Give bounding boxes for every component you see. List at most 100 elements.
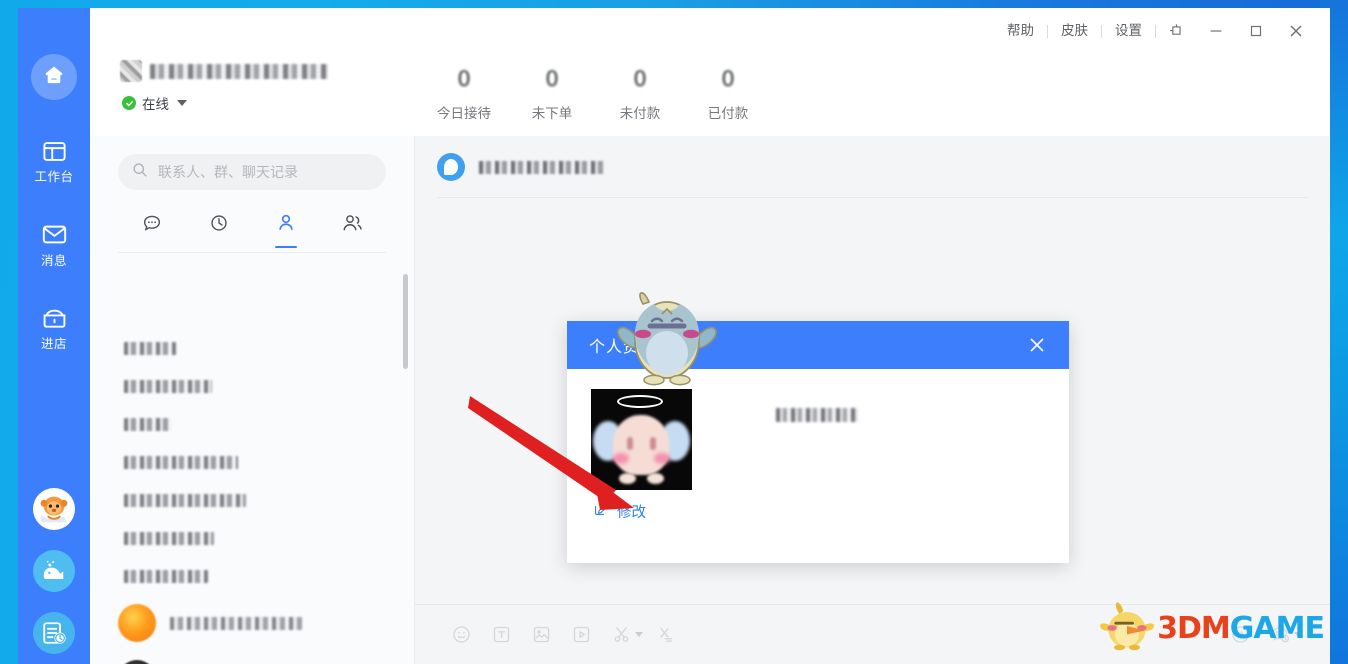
- contact-name: [124, 569, 208, 583]
- sidebar-item-workbench[interactable]: 工作台: [24, 136, 84, 184]
- stat-label: 未付款: [619, 106, 661, 121]
- maximize-icon[interactable]: [1236, 14, 1276, 48]
- whale-icon[interactable]: [33, 550, 75, 592]
- chat-toolbar: [415, 604, 1330, 664]
- sidebar-item-shop[interactable]: 进店: [24, 303, 84, 351]
- group-icon: [341, 212, 364, 240]
- chat-history-dropdown-caret-icon[interactable]: [1294, 632, 1302, 637]
- contact-tabs: [118, 212, 386, 253]
- list-item[interactable]: [90, 595, 414, 651]
- tab-groups[interactable]: [319, 212, 386, 252]
- stat-label: 今日接待: [437, 106, 491, 121]
- home-icon: [42, 63, 66, 92]
- list-item[interactable]: [90, 557, 414, 595]
- contact-list[interactable]: [90, 329, 414, 664]
- person-icon: [275, 212, 297, 239]
- workbench-icon: [41, 136, 68, 166]
- pin-icon[interactable]: [1156, 14, 1196, 48]
- stat-label: 已付款: [707, 106, 749, 121]
- modify-avatar-button[interactable]: 修改: [591, 500, 693, 522]
- search-input[interactable]: [158, 164, 372, 180]
- avatar: [118, 660, 156, 664]
- avatar-eye-left: [627, 437, 633, 450]
- stat-label: 未下单: [531, 106, 573, 121]
- contact-name: [124, 531, 214, 545]
- tab-contacts[interactable]: [252, 212, 319, 252]
- avatar: [118, 604, 156, 642]
- close-icon[interactable]: [1023, 331, 1051, 359]
- avatar-column: 修改: [591, 389, 693, 522]
- quick-reply-icon[interactable]: [645, 615, 685, 655]
- screenshot-dropdown-caret-icon[interactable]: [635, 632, 643, 637]
- list-item[interactable]: [90, 443, 414, 481]
- stat-value: 0: [633, 67, 647, 91]
- stat-no-order[interactable]: 0 未下单: [508, 62, 596, 122]
- image-icon[interactable]: [521, 615, 561, 655]
- edit-pencil-icon: [593, 500, 610, 522]
- contact-name: [170, 616, 302, 630]
- contacts-scrollbar[interactable]: [403, 274, 408, 369]
- chat-header: [415, 136, 1330, 198]
- account-name: [150, 63, 328, 79]
- search-icon: [132, 162, 148, 183]
- tab-recent[interactable]: [185, 212, 252, 252]
- sidebar-item-label: 工作台: [34, 170, 74, 184]
- window-titlebar: 帮助 皮肤 设置: [90, 8, 1330, 54]
- profile-nickname: [776, 408, 858, 422]
- stat-today-reception[interactable]: 0 今日接待: [420, 62, 508, 122]
- dialog-titlebar: 个人资料: [567, 321, 1069, 369]
- contacts-panel: [90, 136, 415, 664]
- account-box[interactable]: 在线: [120, 60, 328, 113]
- sidebar-item-message[interactable]: 消息: [24, 220, 84, 268]
- tab-active-indicator: [274, 245, 297, 248]
- status-selector[interactable]: 在线: [122, 93, 328, 113]
- message-icon: [41, 220, 68, 250]
- skin-button[interactable]: 皮肤: [1048, 24, 1101, 38]
- clock-icon: [208, 212, 230, 239]
- tab-chat[interactable]: [118, 212, 185, 252]
- chevron-down-icon[interactable]: [177, 100, 187, 106]
- close-icon[interactable]: [1276, 14, 1316, 48]
- account-header: 在线 0 今日接待 0 未下单 0 未付款 0 已付款: [90, 54, 1330, 136]
- emoji-icon[interactable]: [441, 615, 481, 655]
- profile-dialog: 个人资料 修改: [567, 321, 1069, 563]
- list-item[interactable]: [90, 405, 414, 443]
- shop-icon: [41, 303, 68, 333]
- sidebar-item-label: 进店: [40, 337, 67, 351]
- minimize-icon[interactable]: [1196, 14, 1236, 48]
- dialog-body: 修改: [567, 369, 1069, 563]
- stat-value: 0: [457, 67, 471, 91]
- contact-name: [124, 341, 176, 355]
- stat-paid[interactable]: 0 已付款: [684, 62, 772, 122]
- memo-clock-icon[interactable]: [33, 612, 75, 654]
- video-icon[interactable]: [561, 615, 601, 655]
- contact-name: [124, 417, 172, 431]
- list-item[interactable]: [90, 367, 414, 405]
- avatar-foot-right: [647, 473, 664, 484]
- stat-unpaid[interactable]: 0 未付款: [596, 62, 684, 122]
- profile-avatar-image[interactable]: [591, 389, 692, 490]
- avatar-face: [613, 415, 669, 475]
- sidebar-home-button[interactable]: [31, 54, 77, 100]
- search-box[interactable]: [118, 154, 386, 190]
- list-item[interactable]: [90, 519, 414, 557]
- settings-button[interactable]: 设置: [1102, 24, 1155, 38]
- text-format-icon[interactable]: [481, 615, 521, 655]
- avatar-eye-right: [650, 437, 656, 450]
- help-button[interactable]: 帮助: [994, 24, 1047, 38]
- stat-value: 0: [721, 67, 735, 91]
- mascot-avatar-icon[interactable]: [33, 488, 75, 530]
- modify-label: 修改: [617, 504, 646, 521]
- transfer-icon[interactable]: [1220, 615, 1260, 655]
- stat-value: 0: [545, 67, 559, 91]
- contact-name: [124, 379, 212, 393]
- list-item[interactable]: [90, 481, 414, 519]
- list-item[interactable]: [90, 651, 414, 664]
- contact-name: [124, 493, 246, 507]
- account-identity[interactable]: [120, 60, 328, 82]
- dialog-title: 个人资料: [589, 339, 658, 356]
- avatar: [120, 60, 142, 82]
- avatar-cheek-left: [613, 453, 629, 464]
- list-item[interactable]: [90, 329, 414, 367]
- left-sidebar: 工作台 消息 进店: [18, 8, 90, 664]
